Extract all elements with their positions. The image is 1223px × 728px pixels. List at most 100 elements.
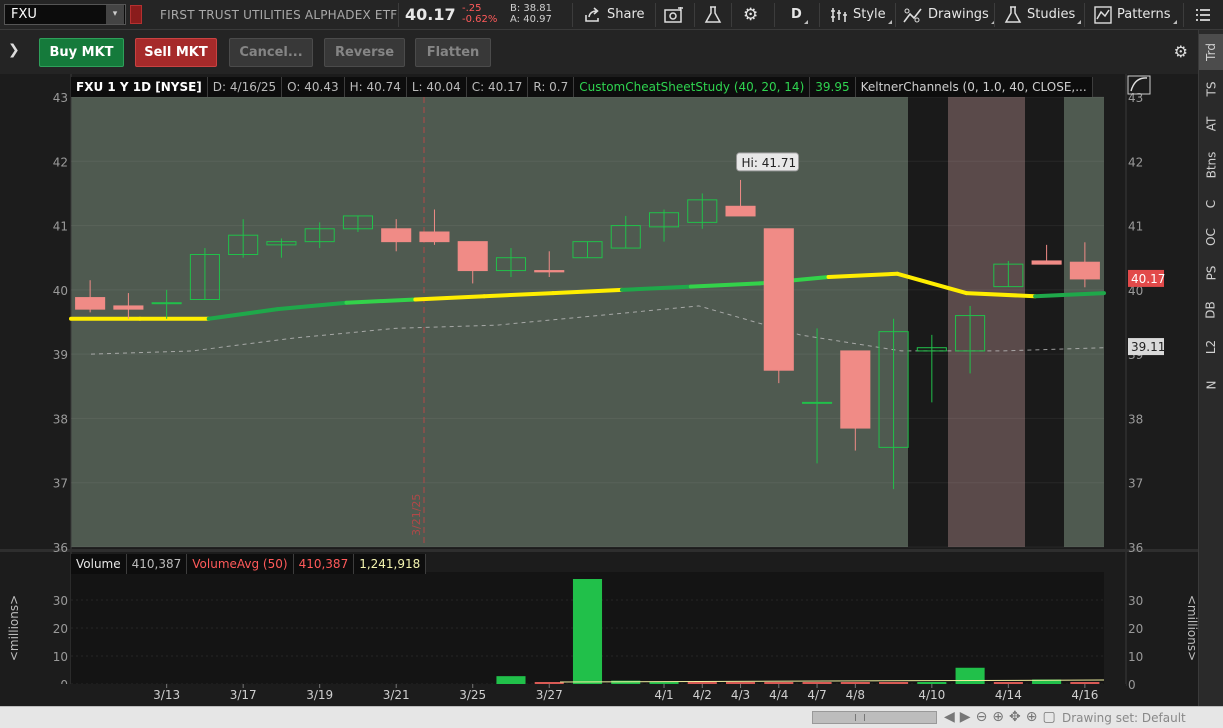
drawing-tool-icon[interactable]: ▢ [1043,709,1056,725]
marker-label: 3/21/25 [410,494,423,536]
candle-body [725,205,756,217]
volume-avg-label[interactable]: VolumeAvg (50) [187,554,294,574]
zoom-out-icon[interactable]: ⊖ [976,709,988,725]
orderbar-gear-icon[interactable]: ⚙ [1174,42,1188,61]
tab-db[interactable]: DB [1199,294,1223,326]
tab-oc[interactable]: OC [1199,222,1223,252]
tab-label: C [1203,199,1218,209]
volume-label[interactable]: Volume [71,554,127,574]
separator [731,3,732,27]
crosshair-icon[interactable]: ⊕ [1026,709,1038,725]
thinkback-button[interactable] [704,0,722,30]
volume-avg-value-2: 1,241,918 [354,554,427,574]
horizontal-scrollbar[interactable] [812,711,937,724]
studies-flask-icon [1004,6,1022,23]
keltner-name[interactable]: KeltnerChannels (0, 1.0, 40, CLOSE,... [856,77,1093,97]
separator [895,3,896,27]
zoom-in-icon[interactable]: ⊕ [992,709,1004,725]
patterns-button[interactable]: Patterns [1094,0,1177,30]
candle-body [457,241,488,272]
tab-c[interactable]: C [1199,190,1223,218]
price-tick-left: 36 [53,541,68,555]
volume-bar [840,682,870,684]
tab-l2[interactable]: L2 [1199,330,1223,364]
separator [1084,3,1085,27]
flatten-button[interactable]: Flatten [415,38,491,67]
last-price-tag-text: 40.17 [1131,272,1165,286]
date-tick-label: 3/21 [383,688,410,702]
candle-body [802,401,833,404]
candle-body [381,228,412,243]
panel-divider [0,549,1198,552]
tab-trd[interactable]: Trd [1199,34,1223,70]
symbol-dropdown-icon[interactable]: ▾ [106,5,124,24]
aggregation-button[interactable]: D [791,0,808,30]
volume-tick-left: 20 [53,622,68,636]
chart-area[interactable]: 3/21/25 Hi: 41.71 36 37 38 39 40 41 42 43 36 37 3… [0,74,1198,706]
price-bg-pink [948,97,1025,547]
tab-btns[interactable]: Btns [1199,144,1223,186]
high-label: Hi: 41.71 [736,152,800,172]
sell-market-button[interactable]: Sell MKT [135,38,217,67]
volume-bar [955,667,985,684]
candle-body [1031,260,1062,265]
percent-change: -0.62% [462,14,498,25]
reverse-button[interactable]: Reverse [324,38,405,67]
tab-ps[interactable]: PS [1199,256,1223,290]
scroll-left-icon[interactable]: ◀ [944,709,955,725]
buy-market-button[interactable]: Buy MKT [39,38,124,67]
style-icon [831,8,847,22]
bar-open: O: 40.43 [282,77,345,97]
separator [994,3,995,27]
pan-icon[interactable]: ✥ [1009,709,1021,725]
studies-button[interactable]: Studies [1004,0,1082,30]
scroll-thumb[interactable] [855,714,865,721]
price-tick-left: 37 [53,477,68,491]
patterns-label: Patterns [1117,7,1171,22]
date-tick-label: 4/4 [769,688,788,702]
date-tick-label: 3/13 [153,688,180,702]
menu-button[interactable] [1195,0,1211,30]
studies-label: Studies [1027,7,1076,22]
study-name[interactable]: CustomCheatSheetStudy (40, 20, 14) [574,77,811,97]
volume-bar [496,676,526,684]
bid-price: B: 38.81 [510,3,553,14]
candle-body [419,231,450,243]
aggregation-label: D [791,7,802,22]
candle-body [763,228,794,371]
tab-n[interactable]: N [1199,368,1223,402]
drawing-set-label[interactable]: Drawing set: Default [1062,711,1186,725]
tab-at[interactable]: AT [1199,108,1223,140]
date-tick-label: 4/10 [918,688,945,702]
tab-ts[interactable]: TS [1199,74,1223,104]
volume-bar [1070,682,1100,684]
screenshot-button[interactable] [664,0,684,30]
share-button[interactable]: Share [584,0,645,30]
date-tick-label: 4/1 [654,688,673,702]
price-change: -.25 -0.62% [462,3,497,25]
separator [819,3,820,27]
volume-bar [611,680,641,684]
volume-bar [917,682,947,684]
volume-tick-right: 0 [1128,678,1136,692]
net-change: -.25 [462,3,482,14]
separator [694,3,695,27]
expand-chevron-icon[interactable]: ❯ [8,42,20,58]
scroll-right-icon[interactable]: ▶ [960,709,971,725]
settings-button[interactable]: ⚙ [743,0,758,30]
drawings-button[interactable]: Drawings [903,0,995,30]
bar-low: L: 40.04 [407,77,467,97]
tab-label: L2 [1203,339,1218,355]
alert-flag-icon[interactable] [130,5,142,24]
date-tick-label: 3/17 [230,688,257,702]
volume-tick-right: 20 [1128,622,1143,636]
cancel-button[interactable]: Cancel... [229,38,313,67]
price-tick-left: 38 [53,412,68,426]
camera-icon [664,7,683,23]
volume-bar [649,682,679,684]
style-button[interactable]: Style [830,0,892,30]
volume-bar [687,682,717,684]
separator [572,3,573,27]
patterns-icon [1094,6,1112,24]
price-bg-dark-2 [1025,97,1064,547]
